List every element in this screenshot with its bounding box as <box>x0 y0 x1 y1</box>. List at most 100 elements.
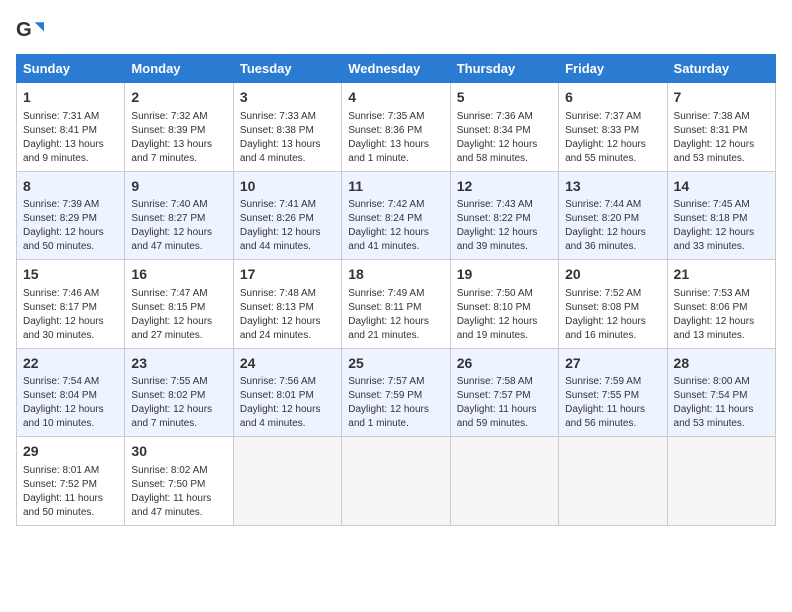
day-info: Sunrise: 7:32 AMSunset: 8:39 PMDaylight:… <box>131 110 226 166</box>
calendar-cell: 11 Sunrise: 7:42 AMSunset: 8:24 PMDaylig… <box>342 171 450 260</box>
day-info: Sunrise: 7:55 AMSunset: 8:02 PMDaylight:… <box>131 375 226 431</box>
calendar-cell: 10 Sunrise: 7:41 AMSunset: 8:26 PMDaylig… <box>233 171 341 260</box>
logo: G <box>16 16 48 44</box>
day-info: Sunrise: 7:35 AMSunset: 8:36 PMDaylight:… <box>348 110 443 166</box>
calendar-cell: 20 Sunrise: 7:52 AMSunset: 8:08 PMDaylig… <box>559 260 667 349</box>
calendar-cell: 3 Sunrise: 7:33 AMSunset: 8:38 PMDayligh… <box>233 83 341 172</box>
weekday-header-sunday: Sunday <box>17 55 125 83</box>
day-info: Sunrise: 7:47 AMSunset: 8:15 PMDaylight:… <box>131 287 226 343</box>
calendar-cell: 30 Sunrise: 8:02 AMSunset: 7:50 PMDaylig… <box>125 437 233 526</box>
day-number: 28 <box>674 354 769 374</box>
calendar-cell: 27 Sunrise: 7:59 AMSunset: 7:55 PMDaylig… <box>559 348 667 437</box>
day-info: Sunrise: 7:37 AMSunset: 8:33 PMDaylight:… <box>565 110 660 166</box>
day-info: Sunrise: 7:49 AMSunset: 8:11 PMDaylight:… <box>348 287 443 343</box>
calendar-week-row: 29 Sunrise: 8:01 AMSunset: 7:52 PMDaylig… <box>17 437 776 526</box>
day-number: 7 <box>674 88 769 108</box>
day-number: 10 <box>240 177 335 197</box>
day-number: 20 <box>565 265 660 285</box>
calendar-cell: 21 Sunrise: 7:53 AMSunset: 8:06 PMDaylig… <box>667 260 775 349</box>
calendar-cell <box>233 437 341 526</box>
day-info: Sunrise: 7:41 AMSunset: 8:26 PMDaylight:… <box>240 198 335 254</box>
calendar-cell: 6 Sunrise: 7:37 AMSunset: 8:33 PMDayligh… <box>559 83 667 172</box>
calendar-cell: 5 Sunrise: 7:36 AMSunset: 8:34 PMDayligh… <box>450 83 558 172</box>
calendar-cell: 1 Sunrise: 7:31 AMSunset: 8:41 PMDayligh… <box>17 83 125 172</box>
day-number: 6 <box>565 88 660 108</box>
day-info: Sunrise: 7:59 AMSunset: 7:55 PMDaylight:… <box>565 375 660 431</box>
day-number: 5 <box>457 88 552 108</box>
calendar-cell <box>450 437 558 526</box>
day-number: 16 <box>131 265 226 285</box>
day-number: 25 <box>348 354 443 374</box>
day-info: Sunrise: 7:44 AMSunset: 8:20 PMDaylight:… <box>565 198 660 254</box>
weekday-header-row: SundayMondayTuesdayWednesdayThursdayFrid… <box>17 55 776 83</box>
day-info: Sunrise: 7:45 AMSunset: 8:18 PMDaylight:… <box>674 198 769 254</box>
day-info: Sunrise: 7:31 AMSunset: 8:41 PMDaylight:… <box>23 110 118 166</box>
day-info: Sunrise: 7:48 AMSunset: 8:13 PMDaylight:… <box>240 287 335 343</box>
day-number: 8 <box>23 177 118 197</box>
calendar-week-row: 15 Sunrise: 7:46 AMSunset: 8:17 PMDaylig… <box>17 260 776 349</box>
day-number: 21 <box>674 265 769 285</box>
weekday-header-monday: Monday <box>125 55 233 83</box>
day-info: Sunrise: 7:36 AMSunset: 8:34 PMDaylight:… <box>457 110 552 166</box>
day-number: 30 <box>131 442 226 462</box>
day-number: 18 <box>348 265 443 285</box>
calendar-cell: 13 Sunrise: 7:44 AMSunset: 8:20 PMDaylig… <box>559 171 667 260</box>
day-info: Sunrise: 7:53 AMSunset: 8:06 PMDaylight:… <box>674 287 769 343</box>
calendar-cell: 15 Sunrise: 7:46 AMSunset: 8:17 PMDaylig… <box>17 260 125 349</box>
day-number: 12 <box>457 177 552 197</box>
logo-icon: G <box>16 16 44 44</box>
calendar-week-row: 22 Sunrise: 7:54 AMSunset: 8:04 PMDaylig… <box>17 348 776 437</box>
calendar-cell: 12 Sunrise: 7:43 AMSunset: 8:22 PMDaylig… <box>450 171 558 260</box>
day-number: 14 <box>674 177 769 197</box>
day-number: 4 <box>348 88 443 108</box>
day-number: 3 <box>240 88 335 108</box>
svg-text:G: G <box>16 19 32 41</box>
day-number: 19 <box>457 265 552 285</box>
calendar-cell: 8 Sunrise: 7:39 AMSunset: 8:29 PMDayligh… <box>17 171 125 260</box>
calendar-cell: 22 Sunrise: 7:54 AMSunset: 8:04 PMDaylig… <box>17 348 125 437</box>
calendar-cell: 19 Sunrise: 7:50 AMSunset: 8:10 PMDaylig… <box>450 260 558 349</box>
day-info: Sunrise: 7:46 AMSunset: 8:17 PMDaylight:… <box>23 287 118 343</box>
day-number: 15 <box>23 265 118 285</box>
weekday-header-wednesday: Wednesday <box>342 55 450 83</box>
weekday-header-saturday: Saturday <box>667 55 775 83</box>
calendar-cell: 7 Sunrise: 7:38 AMSunset: 8:31 PMDayligh… <box>667 83 775 172</box>
day-number: 13 <box>565 177 660 197</box>
day-info: Sunrise: 7:54 AMSunset: 8:04 PMDaylight:… <box>23 375 118 431</box>
calendar-week-row: 8 Sunrise: 7:39 AMSunset: 8:29 PMDayligh… <box>17 171 776 260</box>
day-number: 27 <box>565 354 660 374</box>
day-info: Sunrise: 7:43 AMSunset: 8:22 PMDaylight:… <box>457 198 552 254</box>
calendar-cell: 26 Sunrise: 7:58 AMSunset: 7:57 PMDaylig… <box>450 348 558 437</box>
day-number: 24 <box>240 354 335 374</box>
day-number: 26 <box>457 354 552 374</box>
day-info: Sunrise: 8:00 AMSunset: 7:54 PMDaylight:… <box>674 375 769 431</box>
day-info: Sunrise: 7:42 AMSunset: 8:24 PMDaylight:… <box>348 198 443 254</box>
calendar-cell <box>342 437 450 526</box>
day-info: Sunrise: 7:57 AMSunset: 7:59 PMDaylight:… <box>348 375 443 431</box>
weekday-header-tuesday: Tuesday <box>233 55 341 83</box>
day-number: 1 <box>23 88 118 108</box>
day-number: 11 <box>348 177 443 197</box>
day-info: Sunrise: 7:39 AMSunset: 8:29 PMDaylight:… <box>23 198 118 254</box>
calendar-cell: 29 Sunrise: 8:01 AMSunset: 7:52 PMDaylig… <box>17 437 125 526</box>
calendar-cell: 23 Sunrise: 7:55 AMSunset: 8:02 PMDaylig… <box>125 348 233 437</box>
day-info: Sunrise: 7:50 AMSunset: 8:10 PMDaylight:… <box>457 287 552 343</box>
day-number: 17 <box>240 265 335 285</box>
calendar-cell: 28 Sunrise: 8:00 AMSunset: 7:54 PMDaylig… <box>667 348 775 437</box>
day-info: Sunrise: 7:56 AMSunset: 8:01 PMDaylight:… <box>240 375 335 431</box>
calendar-cell: 17 Sunrise: 7:48 AMSunset: 8:13 PMDaylig… <box>233 260 341 349</box>
day-number: 22 <box>23 354 118 374</box>
calendar-cell: 9 Sunrise: 7:40 AMSunset: 8:27 PMDayligh… <box>125 171 233 260</box>
page-header: G <box>16 16 776 44</box>
calendar-cell: 16 Sunrise: 7:47 AMSunset: 8:15 PMDaylig… <box>125 260 233 349</box>
day-info: Sunrise: 8:02 AMSunset: 7:50 PMDaylight:… <box>131 464 226 520</box>
weekday-header-friday: Friday <box>559 55 667 83</box>
day-info: Sunrise: 7:40 AMSunset: 8:27 PMDaylight:… <box>131 198 226 254</box>
calendar-cell: 14 Sunrise: 7:45 AMSunset: 8:18 PMDaylig… <box>667 171 775 260</box>
weekday-header-thursday: Thursday <box>450 55 558 83</box>
day-info: Sunrise: 8:01 AMSunset: 7:52 PMDaylight:… <box>23 464 118 520</box>
calendar-cell <box>559 437 667 526</box>
day-info: Sunrise: 7:52 AMSunset: 8:08 PMDaylight:… <box>565 287 660 343</box>
day-number: 2 <box>131 88 226 108</box>
calendar-week-row: 1 Sunrise: 7:31 AMSunset: 8:41 PMDayligh… <box>17 83 776 172</box>
